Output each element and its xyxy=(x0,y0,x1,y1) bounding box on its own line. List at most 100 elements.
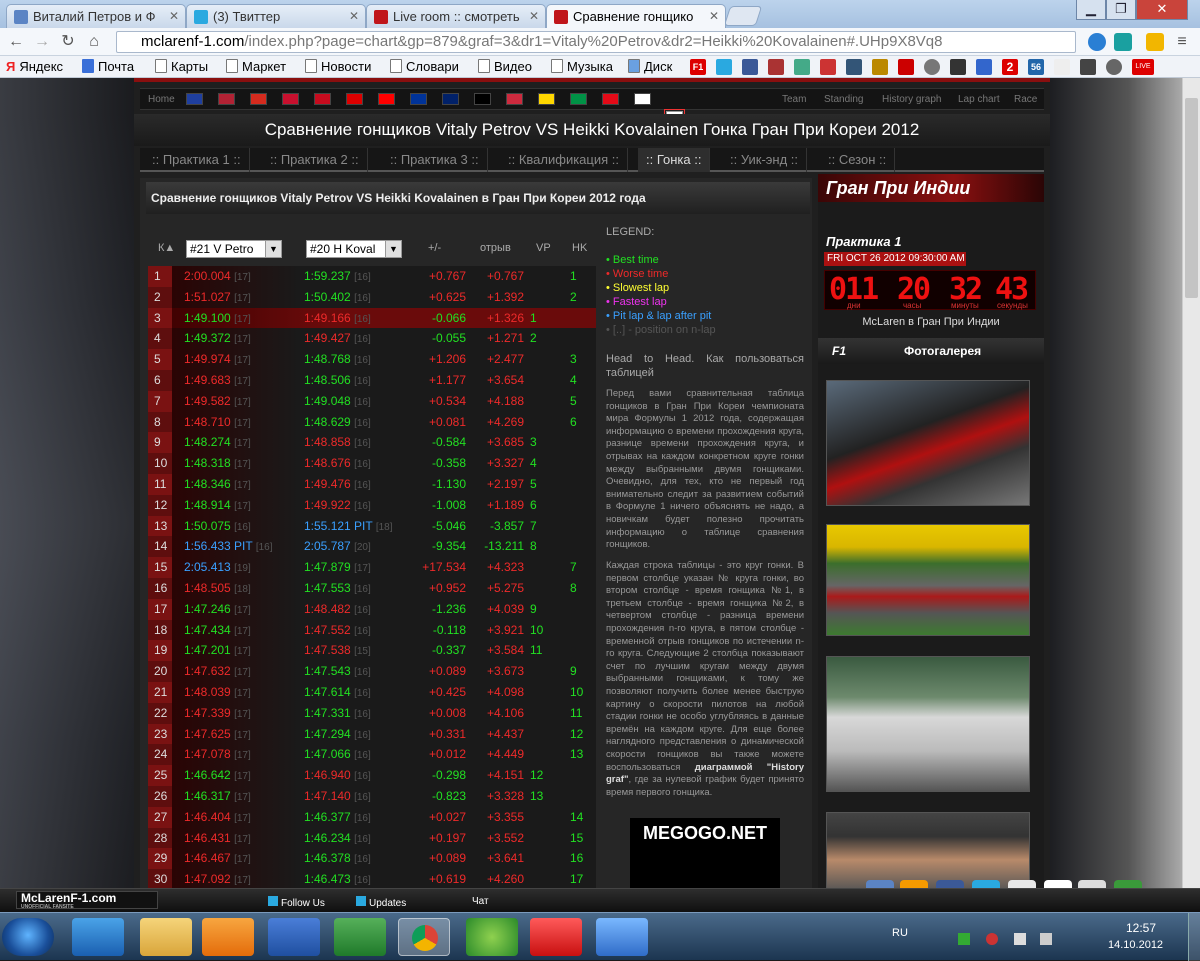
tab-2[interactable]: (3) Твиттер ✕ xyxy=(186,4,366,28)
runner-bookmark-icon[interactable] xyxy=(1054,59,1070,75)
bookmark-icon[interactable] xyxy=(976,59,992,75)
gallery-photo-3[interactable] xyxy=(826,656,1030,792)
tray-icon[interactable] xyxy=(986,933,998,945)
menu-home[interactable]: Home xyxy=(148,94,175,105)
mclaren-bookmark-icon[interactable] xyxy=(898,59,914,75)
show-desktop-button[interactable] xyxy=(1188,913,1200,961)
close-window-button[interactable]: ✕ xyxy=(1136,0,1188,20)
bookmark-icon[interactable] xyxy=(950,59,966,75)
menu-lap-chart[interactable]: Lap chart xyxy=(958,94,1000,105)
menu-history-graph[interactable]: History graph xyxy=(882,94,941,105)
facebook-bookmark-icon[interactable] xyxy=(742,59,758,75)
gp-flag-icon[interactable] xyxy=(474,93,491,105)
gallery-photo-2[interactable] xyxy=(826,524,1030,636)
media-player-icon[interactable] xyxy=(202,918,254,956)
twitter-bookmark-icon[interactable] xyxy=(716,59,732,75)
bookmark-icon[interactable] xyxy=(794,59,810,75)
page-scrollbar[interactable] xyxy=(1182,78,1200,888)
updates-link[interactable]: Updates xyxy=(356,896,406,909)
tab-practice-1[interactable]: :: Практика 1 :: xyxy=(144,148,250,172)
driver1-select[interactable]: #21 V Petro ▼ xyxy=(186,240,282,258)
bookmark-yandex[interactable]: Я Яндекс xyxy=(6,59,63,74)
chat-link[interactable]: Чат xyxy=(472,896,489,907)
bookmark-disk[interactable]: Диск xyxy=(628,59,672,74)
gp-flag-icon[interactable] xyxy=(634,93,651,105)
gp-flag-icon[interactable] xyxy=(442,93,459,105)
tab-practice-2[interactable]: :: Практика 2 :: xyxy=(262,148,368,172)
bookmark-icon[interactable]: 56 xyxy=(1028,59,1044,75)
gp-flag-icon[interactable] xyxy=(314,93,331,105)
new-tab-button[interactable] xyxy=(723,6,763,26)
gp-flag-icon[interactable] xyxy=(218,93,235,105)
word-icon[interactable] xyxy=(268,918,320,956)
bookmark-video[interactable]: Видео xyxy=(478,59,532,74)
gp-flag-icon[interactable] xyxy=(186,93,203,105)
ie-icon[interactable] xyxy=(72,918,124,956)
tab-race[interactable]: :: Гонка :: xyxy=(638,148,711,172)
bookmark-mail[interactable]: Почта xyxy=(82,59,134,74)
extension-icon[interactable] xyxy=(1114,33,1132,51)
tab-practice-3[interactable]: :: Практика 3 :: xyxy=(382,148,488,172)
wrench-menu-icon[interactable]: ≡ xyxy=(1172,32,1192,52)
gp-flag-icon[interactable] xyxy=(410,93,427,105)
menu-race[interactable]: Race xyxy=(1014,94,1037,105)
minimize-button[interactable]: ▁ xyxy=(1076,0,1106,20)
gallery-photo-4[interactable] xyxy=(826,812,1030,888)
tab-4-active[interactable]: Сравнение гонщико ✕ xyxy=(546,4,726,28)
driver2-select[interactable]: #20 H Koval ▼ xyxy=(306,240,402,258)
start-button[interactable] xyxy=(2,918,54,956)
bookmark-maps[interactable]: Карты xyxy=(155,59,208,74)
mclaren-india-link[interactable]: McLaren в Гран При Индии xyxy=(818,316,1044,328)
gp-flag-icon[interactable] xyxy=(538,93,555,105)
tray-icon[interactable] xyxy=(958,933,970,945)
gallery-photo-1[interactable] xyxy=(826,380,1030,506)
bookmark-music[interactable]: Музыка xyxy=(551,59,613,74)
mail-client-icon[interactable] xyxy=(596,918,648,956)
megogo-ad[interactable]: MEGOGO.NET xyxy=(630,818,780,888)
close-icon[interactable]: ✕ xyxy=(529,9,539,23)
tab-qualifying[interactable]: :: Квалификация :: xyxy=(500,148,628,172)
excel-icon[interactable] xyxy=(334,918,386,956)
gp-flag-icon[interactable] xyxy=(602,93,619,105)
bookmark-news[interactable]: Новости xyxy=(305,59,371,74)
bookmark-market[interactable]: Маркет xyxy=(226,59,286,74)
back-button[interactable]: ← xyxy=(6,32,26,52)
bookmark-icon[interactable] xyxy=(1080,59,1096,75)
bookmark-icon[interactable] xyxy=(1106,59,1122,75)
clock-bookmark-icon[interactable] xyxy=(924,59,940,75)
bookmark-dictionaries[interactable]: Словари xyxy=(390,59,459,74)
next-gp-title[interactable]: Гран При Индии xyxy=(818,174,1044,202)
live-bookmark-icon[interactable]: LIVE xyxy=(1132,59,1154,75)
close-icon[interactable]: ✕ xyxy=(709,9,719,23)
channel2-bookmark-icon[interactable]: 2 xyxy=(1002,59,1018,75)
close-icon[interactable]: ✕ xyxy=(349,9,359,23)
bookmark-icon[interactable] xyxy=(820,59,836,75)
maximize-button[interactable]: ❐ xyxy=(1106,0,1136,20)
close-icon[interactable]: ✕ xyxy=(169,9,179,23)
bookmark-icon[interactable] xyxy=(846,59,862,75)
bookmark-icon[interactable] xyxy=(872,59,888,75)
tab-3[interactable]: Live room :: смотреть ✕ xyxy=(366,4,546,28)
forward-button[interactable]: → xyxy=(32,32,52,52)
extension-icon[interactable] xyxy=(1088,33,1106,51)
language-indicator[interactable]: RU xyxy=(892,927,908,939)
explorer-icon[interactable] xyxy=(140,918,192,956)
reload-button[interactable]: ↻ xyxy=(58,32,78,52)
extension-icon[interactable] xyxy=(1146,33,1164,51)
clock-time[interactable]: 12:57 xyxy=(1126,921,1156,935)
chrome-icon[interactable] xyxy=(398,918,450,956)
volume-icon[interactable] xyxy=(1040,933,1052,945)
yandex-browser-icon[interactable] xyxy=(530,918,582,956)
menu-standing[interactable]: Standing xyxy=(824,94,863,105)
home-button[interactable]: ⌂ xyxy=(84,32,104,52)
menu-team[interactable]: Team xyxy=(782,94,806,105)
gp-flag-icon[interactable] xyxy=(570,93,587,105)
icq-icon[interactable] xyxy=(466,918,518,956)
scrollbar-thumb[interactable] xyxy=(1185,98,1198,298)
flag-tray-icon[interactable] xyxy=(1014,933,1026,945)
tab-1[interactable]: Виталий Петров и Ф ✕ xyxy=(6,4,186,28)
gp-flag-icon[interactable] xyxy=(506,93,523,105)
col-lap-sort[interactable]: К▲ xyxy=(158,242,175,254)
footer-logo[interactable]: McLarenF-1.com UNOFFICIAL FANSITE xyxy=(16,891,158,910)
address-bar[interactable]: mclarenf-1.com/index.php?page=chart&gp=8… xyxy=(116,31,1076,53)
